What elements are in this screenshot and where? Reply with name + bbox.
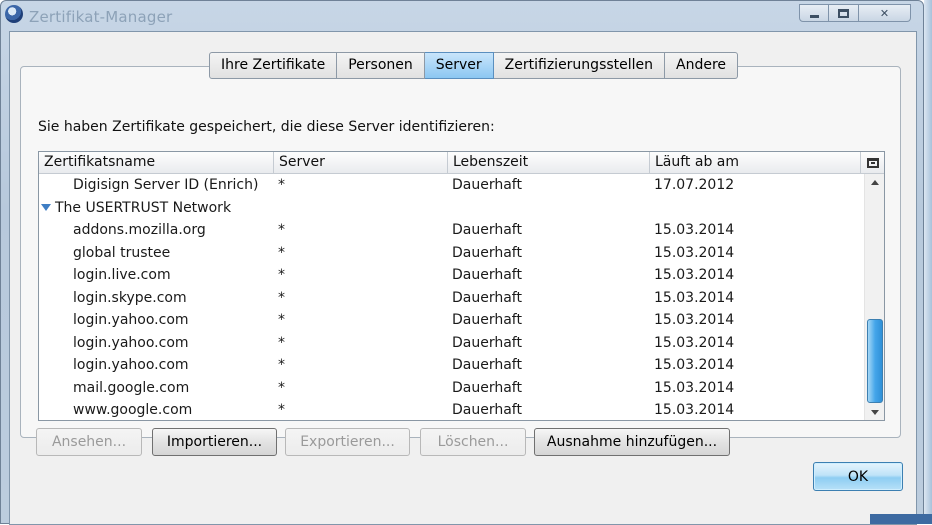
- cell-server: *: [278, 379, 285, 396]
- view-button[interactable]: Ansehen...: [36, 428, 142, 456]
- group-cell: The USERTRUST Network: [39, 197, 439, 220]
- cell-server: *: [278, 312, 285, 328]
- tree-group-row[interactable]: The USERTRUST Network: [39, 197, 864, 220]
- cell-certificate-name: www.google.com: [73, 402, 193, 418]
- cell-certificate-name: login.yahoo.com: [73, 357, 189, 373]
- cell-server: *: [278, 334, 285, 351]
- window-controls: ✕: [799, 4, 911, 22]
- cell-lifetime: Dauerhaft: [452, 289, 522, 306]
- close-icon: ✕: [879, 6, 890, 20]
- tab-your-certificates[interactable]: Ihre Zertifikate: [209, 52, 338, 79]
- cell-lifetime: Dauerhaft: [452, 334, 522, 351]
- dialog-client-area: Ihre Zertifikate Personen Server Zertifi…: [9, 31, 917, 525]
- tree-rows: Digisign Server ID (Enrich) * Dauerhaft …: [39, 174, 864, 420]
- maximize-button[interactable]: [829, 4, 859, 22]
- table-row[interactable]: www.google.com * Dauerhaft 15.03.2014: [39, 399, 864, 420]
- cell-lifetime: Dauerhaft: [452, 222, 522, 238]
- delete-button[interactable]: Löschen...: [420, 428, 526, 456]
- cell-expires: 15.03.2014: [654, 244, 735, 261]
- close-button[interactable]: ✕: [859, 4, 911, 22]
- cell-server: *: [278, 244, 285, 261]
- cell-lifetime: Dauerhaft: [452, 244, 522, 261]
- cell-server: *: [278, 289, 285, 306]
- expand-twisty-icon[interactable]: [41, 203, 51, 213]
- cell-lifetime: Dauerhaft: [452, 357, 522, 373]
- tab-people[interactable]: Personen: [337, 52, 425, 79]
- vertical-scrollbar[interactable]: [864, 174, 884, 420]
- app-logo-icon: [5, 5, 23, 23]
- maximize-icon: [838, 8, 849, 18]
- table-row[interactable]: mail.google.com * Dauerhaft 15.03.2014: [39, 377, 864, 400]
- table-row[interactable]: login.yahoo.com * Dauerhaft 15.03.2014: [39, 309, 864, 332]
- cell-certificate-name: mail.google.com: [73, 379, 190, 396]
- cell-certificate-name: Digisign Server ID (Enrich): [73, 177, 259, 193]
- cell-expires: 15.03.2014: [654, 334, 735, 351]
- table-row[interactable]: login.live.com * Dauerhaft 15.03.2014: [39, 264, 864, 287]
- add-exception-button[interactable]: Ausnahme hinzufügen...: [534, 428, 730, 456]
- column-picker-icon: [867, 158, 879, 168]
- cell-certificate-name: login.yahoo.com: [73, 312, 189, 328]
- tree-header: Zertifikatsname Server Lebenszeit Läuft …: [39, 152, 884, 174]
- certificate-tree[interactable]: Zertifikatsname Server Lebenszeit Läuft …: [38, 151, 885, 421]
- scrollbar-thumb[interactable]: [867, 319, 883, 403]
- tab-strip: Ihre Zertifikate Personen Server Zertifi…: [209, 52, 739, 79]
- table-row[interactable]: global trustee * Dauerhaft 15.03.2014: [39, 242, 864, 265]
- cell-server: *: [278, 357, 285, 373]
- table-row[interactable]: Digisign Server ID (Enrich) * Dauerhaft …: [39, 174, 864, 197]
- column-header-certificate-name[interactable]: Zertifikatsname: [39, 152, 274, 174]
- servers-tab-panel: Sie haben Zertifikate gespeichert, die d…: [20, 66, 901, 456]
- table-row[interactable]: login.skype.com * Dauerhaft 15.03.2014: [39, 287, 864, 310]
- cell-expires: 15.03.2014: [654, 379, 735, 396]
- cell-server: *: [278, 267, 285, 283]
- tab-authorities[interactable]: Zertifizierungsstellen: [493, 52, 666, 79]
- cell-server: *: [278, 222, 285, 238]
- cell-certificate-name: global trustee: [73, 244, 171, 261]
- cell-expires: 15.03.2014: [654, 267, 735, 283]
- import-button[interactable]: Importieren...: [152, 428, 277, 456]
- column-header-lifetime[interactable]: Lebenszeit: [448, 152, 650, 174]
- cell-expires: 15.03.2014: [654, 402, 735, 418]
- cell-lifetime: Dauerhaft: [452, 177, 522, 193]
- cell-lifetime: Dauerhaft: [452, 379, 522, 396]
- desktop-edge: [924, 0, 932, 524]
- export-button[interactable]: Exportieren...: [285, 428, 410, 456]
- table-row[interactable]: login.yahoo.com * Dauerhaft 15.03.2014: [39, 332, 864, 355]
- minimize-button[interactable]: [799, 4, 829, 22]
- cell-server: *: [278, 402, 285, 418]
- column-header-expires[interactable]: Läuft ab am: [650, 152, 861, 174]
- arrow-up-icon: [870, 179, 879, 185]
- column-picker-button[interactable]: [861, 152, 884, 174]
- table-row[interactable]: addons.mozilla.org * Dauerhaft 15.03.201…: [39, 219, 864, 242]
- cell-lifetime: Dauerhaft: [452, 267, 522, 283]
- cell-certificate-name: login.live.com: [73, 267, 171, 283]
- cell-certificate-name: addons.mozilla.org: [73, 222, 206, 238]
- ok-button[interactable]: OK: [813, 462, 903, 491]
- cell-expires: 15.03.2014: [654, 289, 735, 306]
- cell-lifetime: Dauerhaft: [452, 402, 522, 418]
- window-title: Zertifikat-Manager: [29, 8, 173, 26]
- taskbar-edge: [870, 514, 932, 524]
- cell-expires: 17.07.2012: [654, 177, 735, 193]
- cell-server: *: [278, 177, 285, 193]
- scroll-up-button[interactable]: [865, 174, 884, 190]
- cell-lifetime: Dauerhaft: [452, 312, 522, 328]
- group-name: The USERTRUST Network: [55, 199, 232, 216]
- column-header-server[interactable]: Server: [274, 152, 448, 174]
- arrow-down-icon: [870, 409, 879, 415]
- scroll-down-button[interactable]: [865, 404, 884, 420]
- cell-expires: 15.03.2014: [654, 357, 735, 373]
- tab-others[interactable]: Andere: [665, 52, 739, 79]
- title-bar[interactable]: Zertifikat-Manager ✕: [1, 1, 923, 31]
- table-row[interactable]: login.yahoo.com * Dauerhaft 15.03.2014: [39, 354, 864, 377]
- panel-description: Sie haben Zertifikate gespeichert, die d…: [38, 119, 495, 135]
- cell-expires: 15.03.2014: [654, 222, 735, 238]
- cell-certificate-name: login.skype.com: [73, 289, 187, 306]
- certificate-manager-window: Zertifikat-Manager ✕ Ihre Zertifikate Pe…: [0, 0, 924, 525]
- minimize-icon: [809, 14, 819, 18]
- cell-certificate-name: login.yahoo.com: [73, 334, 189, 351]
- tab-servers[interactable]: Server: [424, 52, 494, 79]
- cell-expires: 15.03.2014: [654, 312, 735, 328]
